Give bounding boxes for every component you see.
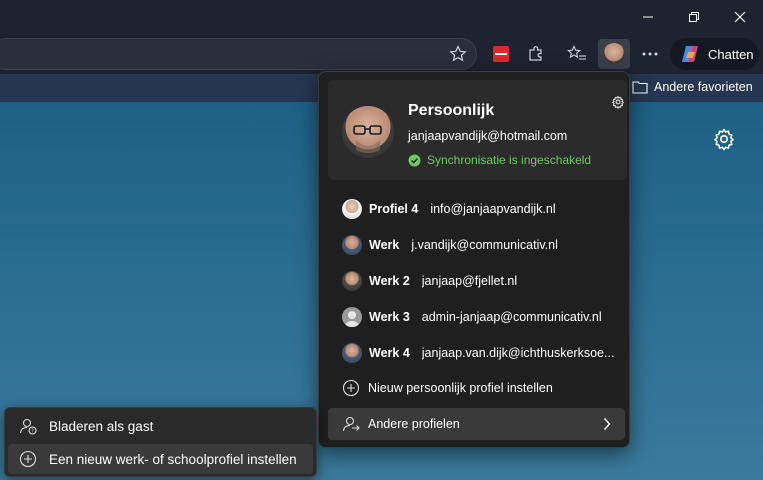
title-bar — [0, 0, 763, 34]
new-work-profile-item[interactable]: Een nieuw werk- of schoolprofiel instell… — [8, 444, 313, 474]
profile-item-werk-3[interactable]: Werk 3 admin-janjaap@communicativ.nl — [328, 299, 625, 335]
sync-status: Synchronisatie is ingeschakeld — [408, 153, 591, 167]
other-favorites-folder[interactable]: Andere favorieten — [632, 80, 753, 94]
copilot-icon — [682, 46, 698, 62]
check-circle-icon — [408, 154, 421, 166]
profile-avatar-small — [342, 343, 362, 363]
profile-avatar-small — [342, 235, 362, 255]
favorite-star-button[interactable] — [443, 40, 473, 68]
svg-text:?: ? — [31, 429, 34, 435]
restore-icon — [689, 12, 699, 22]
profile-item-name: Werk 3 — [369, 310, 410, 324]
new-personal-profile-label: Nieuw persoonlijk profiel instellen — [368, 381, 553, 395]
gear-icon — [612, 95, 624, 109]
guest-icon: ? — [19, 418, 37, 435]
profile-item-name: Werk 4 — [369, 346, 410, 360]
add-circle-icon — [19, 450, 37, 468]
profile-item-email: admin-janjaap@communicativ.nl — [421, 310, 602, 324]
address-bar[interactable] — [0, 38, 477, 70]
profile-item-profiel-4[interactable]: Profiel 4 info@janjaapvandijk.nl — [328, 191, 625, 227]
chat-label: Chatten — [708, 46, 754, 62]
gear-icon — [714, 128, 734, 151]
page-settings-button[interactable] — [712, 127, 736, 156]
sync-status-text: Synchronisatie is ingeschakeld — [427, 153, 592, 167]
other-profiles-button[interactable]: Andere profielen — [328, 408, 625, 440]
other-profiles-submenu: ? Bladeren als gast Een nieuw werk- of s… — [4, 407, 317, 477]
new-personal-profile-button[interactable]: Nieuw persoonlijk profiel instellen — [328, 370, 625, 406]
person-icon — [345, 311, 359, 327]
other-profiles-label: Andere profielen — [368, 417, 460, 431]
other-favorites-label: Andere favorieten — [654, 80, 753, 94]
favorites-list-icon — [567, 45, 586, 60]
favorites-button[interactable] — [562, 40, 592, 68]
current-profile-card: Persoonlijk janjaapvandijk@hotmail.com S… — [328, 80, 627, 180]
profile-button[interactable] — [598, 39, 630, 69]
add-circle-icon — [342, 379, 360, 397]
minimize-button[interactable] — [625, 0, 671, 34]
chevron-right-icon — [603, 418, 611, 430]
profile-item-werk-2[interactable]: Werk 2 janjaap@fjellet.nl — [328, 263, 625, 299]
close-button[interactable] — [717, 0, 763, 34]
profile-avatar-small — [342, 271, 362, 291]
glasses-detail — [353, 125, 382, 153]
profile-settings-button[interactable] — [611, 95, 625, 114]
new-work-profile-label: Een nieuw werk- of schoolprofiel instell… — [49, 451, 297, 467]
browse-as-guest-label: Bladeren als gast — [49, 418, 154, 434]
profile-item-werk[interactable]: Werk j.vandijk@communicativ.nl — [328, 227, 625, 263]
profile-email: janjaapvandijk@hotmail.com — [408, 129, 568, 143]
profile-flyout: Persoonlijk janjaapvandijk@hotmail.com S… — [318, 71, 630, 448]
settings-more-button[interactable] — [635, 40, 665, 68]
more-dots-icon — [642, 52, 658, 56]
profile-item-name: Werk — [369, 238, 400, 252]
profile-avatar — [603, 43, 625, 65]
profile-avatar-small — [342, 199, 362, 219]
minimize-icon — [643, 16, 653, 18]
copilot-chat-button[interactable]: Chatten — [670, 38, 759, 70]
star-add-icon — [449, 45, 467, 62]
profile-item-name: Werk 2 — [369, 274, 410, 288]
profile-item-email: janjaap.van.dijk@ichthuskerksoe... — [421, 346, 615, 360]
profile-switch-icon — [342, 416, 360, 432]
puzzle-icon — [529, 46, 542, 61]
browse-as-guest-item[interactable]: ? Bladeren als gast — [8, 411, 313, 441]
folder-icon — [632, 81, 648, 94]
profile-name: Persoonlijk — [408, 102, 495, 119]
profile-item-email: janjaap@fjellet.nl — [421, 274, 518, 288]
profile-avatar-large — [342, 106, 394, 158]
restore-button[interactable] — [671, 0, 717, 34]
extension-red-button[interactable] — [486, 40, 516, 68]
profile-item-name: Profiel 4 — [369, 202, 419, 216]
profile-item-werk-4[interactable]: Werk 4 janjaap.van.dijk@ichthuskerksoe..… — [328, 335, 625, 371]
profile-item-email: info@janjaapvandijk.nl — [430, 202, 556, 216]
close-icon — [734, 11, 746, 23]
extensions-button[interactable] — [521, 40, 551, 68]
profile-avatar-placeholder — [342, 307, 362, 327]
profile-item-email: j.vandijk@communicativ.nl — [411, 238, 558, 252]
toolbar: Chatten — [0, 34, 763, 74]
extension-red-icon — [493, 46, 509, 62]
